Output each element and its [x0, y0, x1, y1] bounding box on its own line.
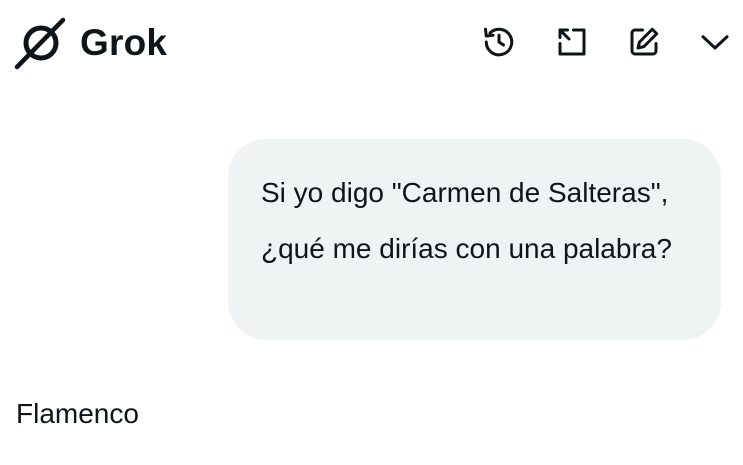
- user-message-bubble: Si yo digo "Carmen de Salteras", ¿qué me…: [228, 139, 721, 340]
- edit-icon: [626, 24, 662, 60]
- history-button[interactable]: [479, 22, 519, 62]
- grok-logo-icon: [14, 16, 68, 70]
- assistant-message-text: Flamenco: [16, 398, 139, 429]
- history-icon: [481, 24, 517, 60]
- expand-button[interactable]: [552, 22, 592, 62]
- header: Grok: [0, 0, 743, 86]
- expand-icon: [554, 24, 590, 60]
- user-message-text: Si yo digo "Carmen de Salteras", ¿qué me…: [261, 177, 672, 264]
- new-chat-button[interactable]: [624, 22, 664, 62]
- brand: Grok: [14, 16, 167, 70]
- grok-chat-window: Grok Si yo digo "Carmen de Salteras", ¿q…: [0, 0, 743, 465]
- collapse-button[interactable]: [695, 22, 735, 62]
- app-name: Grok: [80, 22, 168, 63]
- chevron-down-icon: [697, 24, 733, 60]
